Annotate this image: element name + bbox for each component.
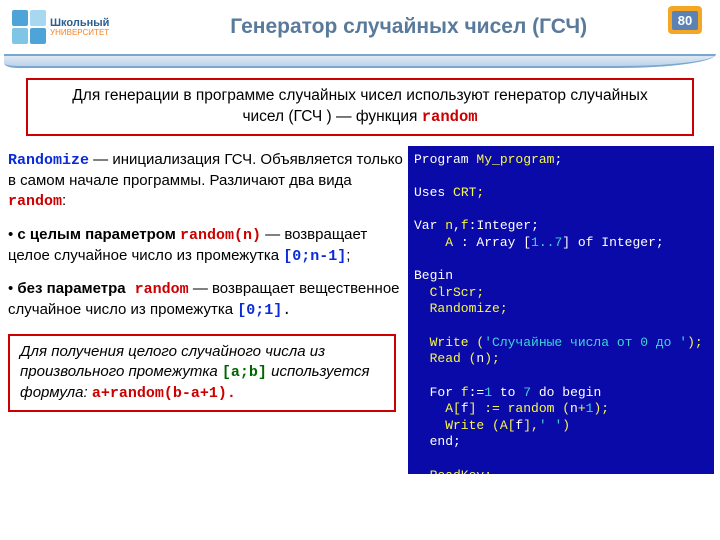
logo-line1: Школьный (50, 17, 109, 29)
kw-randomize: Randomize (8, 152, 89, 169)
range-0-n1: [0;n-1] (283, 248, 346, 265)
paragraph-randomize: Randomize — инициализация ГСЧ. Объявляет… (8, 150, 403, 213)
bullet-with-param: • с целым параметром random(n) — возвращ… (8, 225, 403, 268)
page-number: 80 (672, 11, 698, 30)
logo-text: Школьный УНИВЕРСИТЕТ (50, 17, 109, 38)
range-0-1: [0;1] (237, 302, 282, 319)
formula-range-ab: [a;b] (222, 364, 267, 381)
kw-random-noparam: random (126, 281, 189, 298)
intro-kw-random: random (422, 108, 478, 126)
content: Randomize — инициализация ГСЧ. Объявляет… (0, 146, 720, 413)
header-divider (4, 54, 716, 68)
page-title: Генератор случайных чисел (ГСЧ) (109, 15, 708, 39)
intro-line-a: Для генерации в программе случайных чисе… (72, 87, 647, 104)
page-number-badge: 80 (668, 6, 702, 34)
kw-random-n: random(n) (180, 227, 261, 244)
code-panel: Program My_program; Uses CRT; Var n,f:In… (408, 146, 714, 474)
logo: Школьный УНИВЕРСИТЕТ (12, 10, 109, 44)
logo-line2: УНИВЕРСИТЕТ (50, 29, 109, 38)
left-column: Randomize — инициализация ГСЧ. Объявляет… (8, 150, 403, 413)
formula-expression: a+random(b-a+1) (92, 385, 227, 402)
logo-icon (12, 10, 46, 44)
intro-box: Для генерации в программе случайных чисе… (26, 78, 694, 136)
intro-line-b-pre: чисел (ГСЧ ) — функция (242, 108, 421, 125)
bullet-without-param: • без параметра random — возвращает веще… (8, 279, 403, 322)
header: Школьный УНИВЕРСИТЕТ Генератор случайных… (0, 0, 720, 54)
kw-random-desc: random (8, 193, 62, 210)
formula-box: Для получения целого случайного числа из… (8, 334, 396, 413)
